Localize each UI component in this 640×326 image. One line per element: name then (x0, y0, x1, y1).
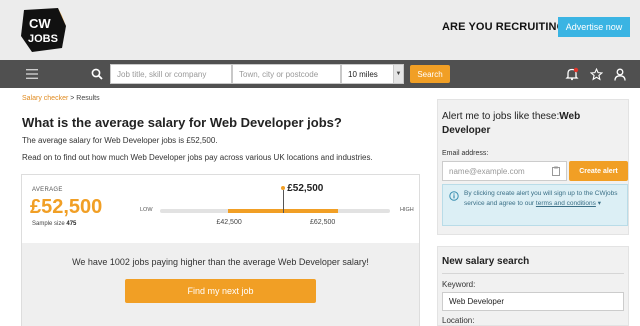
range-low-value: £42,500 (216, 219, 242, 226)
location-label: Location: (442, 316, 475, 325)
range-high-label: HIGH (400, 207, 414, 213)
intro-text: Read on to find out how much Web Develop… (22, 153, 373, 162)
alert-terms-text: By clicking create alert you will sign u… (464, 189, 622, 209)
email-input[interactable]: name@example.com (442, 161, 567, 181)
email-label: Email address: (442, 150, 489, 157)
breadcrumb-current: Results (76, 95, 100, 102)
page-title: What is the average salary for Web Devel… (22, 115, 342, 130)
chevron-down-icon: ▼ (393, 65, 403, 83)
average-marker-line (283, 190, 285, 213)
average-salary-value: £52,500 (30, 196, 103, 218)
create-alert-button[interactable]: Create alert (569, 161, 628, 181)
email-placeholder: name@example.com (449, 166, 525, 176)
info-icon (449, 188, 459, 206)
sample-size-label: Sample size (32, 221, 67, 227)
bell-icon[interactable] (562, 60, 582, 88)
average-salary-text: The average salary for Web Developer job… (22, 136, 218, 145)
search-button[interactable]: Search (410, 65, 450, 83)
star-icon[interactable] (586, 60, 606, 88)
breadcrumb-salary-checker[interactable]: Salary checker (22, 95, 68, 102)
keyword-search-input[interactable]: Job title, skill or company (110, 64, 232, 84)
location-search-input[interactable]: Town, city or postcode (232, 64, 341, 84)
hamburger-icon[interactable] (22, 60, 42, 88)
alert-title-prefix: Alert me to jobs like these: (442, 111, 560, 122)
range-high-value: £62,500 (309, 219, 336, 226)
terms-link[interactable]: terms and conditions (536, 200, 596, 207)
radius-select[interactable]: 10 miles ▼ (341, 64, 404, 84)
keyword-input[interactable]: Web Developer (442, 292, 624, 311)
clipboard-icon (552, 166, 560, 178)
new-salary-search-title: New salary search (442, 256, 530, 267)
svg-text:CW: CW (29, 16, 51, 31)
advertise-now-button[interactable]: Advertise now (558, 17, 630, 37)
chevron-down-icon: ▾ (597, 200, 601, 207)
average-label: AVERAGE (32, 187, 63, 193)
svg-text:JOBS: JOBS (28, 33, 58, 45)
alert-title: Alert me to jobs like these:Web Develope… (442, 110, 622, 138)
recruiting-text: ARE YOU RECRUITING? (442, 21, 573, 33)
divider (442, 273, 624, 274)
higher-paying-text: We have 1002 jobs paying higher than the… (72, 257, 369, 267)
cwjobs-logo[interactable]: CW JOBS (18, 6, 70, 54)
search-icon[interactable] (88, 60, 106, 88)
breadcrumb: Salary checker > Results (22, 95, 100, 102)
range-low-label: LOW (140, 207, 153, 213)
sample-size-value: 475 (66, 221, 77, 227)
sample-size: Sample size 475 (32, 221, 76, 227)
keyword-label: Keyword: (442, 280, 476, 289)
average-marker-value: £52,500 (287, 183, 324, 194)
user-icon[interactable] (610, 60, 630, 88)
radius-value: 10 miles (348, 69, 378, 79)
find-my-next-job-button[interactable]: Find my next job (125, 279, 316, 303)
